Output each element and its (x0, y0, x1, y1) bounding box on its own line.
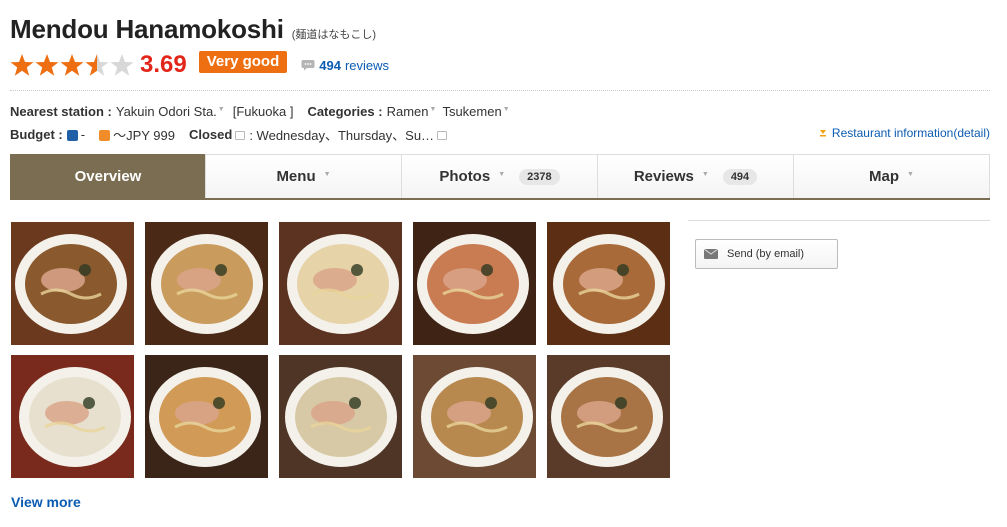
tab-label: Reviews (633, 168, 694, 185)
star-full-icon (35, 54, 59, 76)
review-count-badge: 494 (722, 168, 758, 185)
dropdown-triangle-icon: ▼ (498, 171, 506, 178)
star-rating (10, 53, 134, 77)
dinner-icon (66, 130, 78, 141)
review-count: 494 (319, 57, 341, 73)
station-link[interactable]: Yakuin Odori Sta. (116, 104, 217, 119)
sidebar-divider (688, 220, 990, 221)
reviews-suffix: reviews (344, 57, 390, 73)
category-tsukemen[interactable]: Tsukemen (442, 104, 501, 119)
view-more-link[interactable]: View more (11, 494, 81, 510)
envelope-icon (704, 249, 718, 259)
bowl-illustration (285, 367, 397, 467)
budget-dinner: - (80, 127, 86, 142)
divider (10, 90, 990, 91)
rating-score: 3.69 (140, 51, 187, 78)
bowl-illustration (553, 234, 665, 334)
rating-badge: Very good (198, 51, 288, 73)
bowl-illustration (417, 234, 529, 334)
ramen-photo[interactable] (279, 222, 402, 345)
dropdown-triangle-icon: ▼ (701, 171, 709, 178)
info-row-budget: Budget : - ～JPY 999 Closed : Wednesday、T… (10, 125, 448, 144)
ramen-photo[interactable] (547, 222, 670, 345)
ramen-photo[interactable] (11, 222, 134, 345)
comment-icon (235, 131, 246, 140)
closed-value: : Wednesday、Thursday、Su… (249, 128, 435, 143)
tab-label: Photos (439, 168, 491, 185)
station-label: Nearest station : (10, 104, 112, 119)
dropdown-triangle-icon: ▼ (429, 106, 437, 113)
reviews-link[interactable]: 494 reviews (301, 58, 389, 73)
dropdown-triangle-icon: ▼ (502, 106, 510, 113)
comment-icon[interactable] (437, 131, 448, 140)
star-half-icon (85, 54, 109, 76)
ramen-photo[interactable] (413, 222, 536, 345)
download-arrow-icon (819, 130, 826, 137)
detail-link-label: Restaurant information(detail) (831, 126, 990, 140)
budget-label: Budget : (10, 127, 63, 142)
closed-label: Closed (188, 127, 233, 142)
ramen-photo[interactable] (547, 355, 670, 478)
photo-count-badge: 2378 (519, 168, 560, 185)
ramen-photo[interactable] (145, 355, 268, 478)
tab-photos[interactable]: Photos ▼ 2378 (401, 154, 598, 198)
restaurant-detail-link[interactable]: Restaurant information(detail) (819, 126, 990, 140)
rating-row: 3.69 Very good 494 reviews (10, 51, 389, 79)
tab-map[interactable]: Map ▼ (793, 154, 990, 198)
bowl-illustration (287, 234, 399, 334)
tab-label: Map (869, 168, 900, 185)
star-full-icon (60, 54, 84, 76)
restaurant-header: Mendou Hanamokoshi (麺道はなもこし) 3.69 Very g… (10, 14, 389, 79)
photo-grid (11, 222, 671, 478)
lunch-icon (99, 130, 111, 141)
bowl-illustration (551, 367, 663, 467)
tab-label: Overview (74, 168, 142, 185)
dropdown-triangle-icon: ▼ (323, 171, 331, 178)
bowl-illustration (149, 367, 261, 467)
tab-reviews[interactable]: Reviews ▼ 494 (597, 154, 794, 198)
ramen-photo[interactable] (145, 222, 268, 345)
speech-bubble-icon (301, 60, 315, 71)
tab-overview[interactable]: Overview (10, 154, 206, 198)
bowl-illustration (421, 367, 533, 467)
bowl-illustration (151, 234, 263, 334)
send-button-label: Send (by email) (727, 248, 805, 260)
tab-menu[interactable]: Menu ▼ (205, 154, 402, 198)
tab-label: Menu (276, 168, 316, 185)
star-empty-icon (110, 54, 134, 76)
send-email-button[interactable]: Send (by email) (695, 239, 838, 269)
restaurant-name: Mendou Hanamokoshi (10, 14, 284, 44)
area-link[interactable]: [Fukuoka ] (233, 104, 294, 119)
category-ramen[interactable]: Ramen (387, 104, 429, 119)
bowl-illustration (19, 367, 131, 467)
star-full-icon (10, 54, 34, 76)
budget-lunch: ～JPY 999 (113, 128, 175, 143)
dropdown-triangle-icon: ▼ (217, 106, 225, 113)
info-row-station: Nearest station : Yakuin Odori Sta. ▼ [F… (10, 104, 510, 119)
ramen-photo[interactable] (279, 355, 402, 478)
restaurant-kana-name: (麺道はなもこし) (291, 29, 377, 41)
categories-label: Categories : (307, 104, 383, 119)
tab-bar: Overview Menu ▼ Photos ▼ 2378 Reviews ▼ … (10, 154, 990, 200)
bowl-illustration (15, 234, 127, 334)
ramen-photo[interactable] (413, 355, 536, 478)
dropdown-triangle-icon: ▼ (907, 171, 914, 178)
ramen-photo[interactable] (11, 355, 134, 478)
